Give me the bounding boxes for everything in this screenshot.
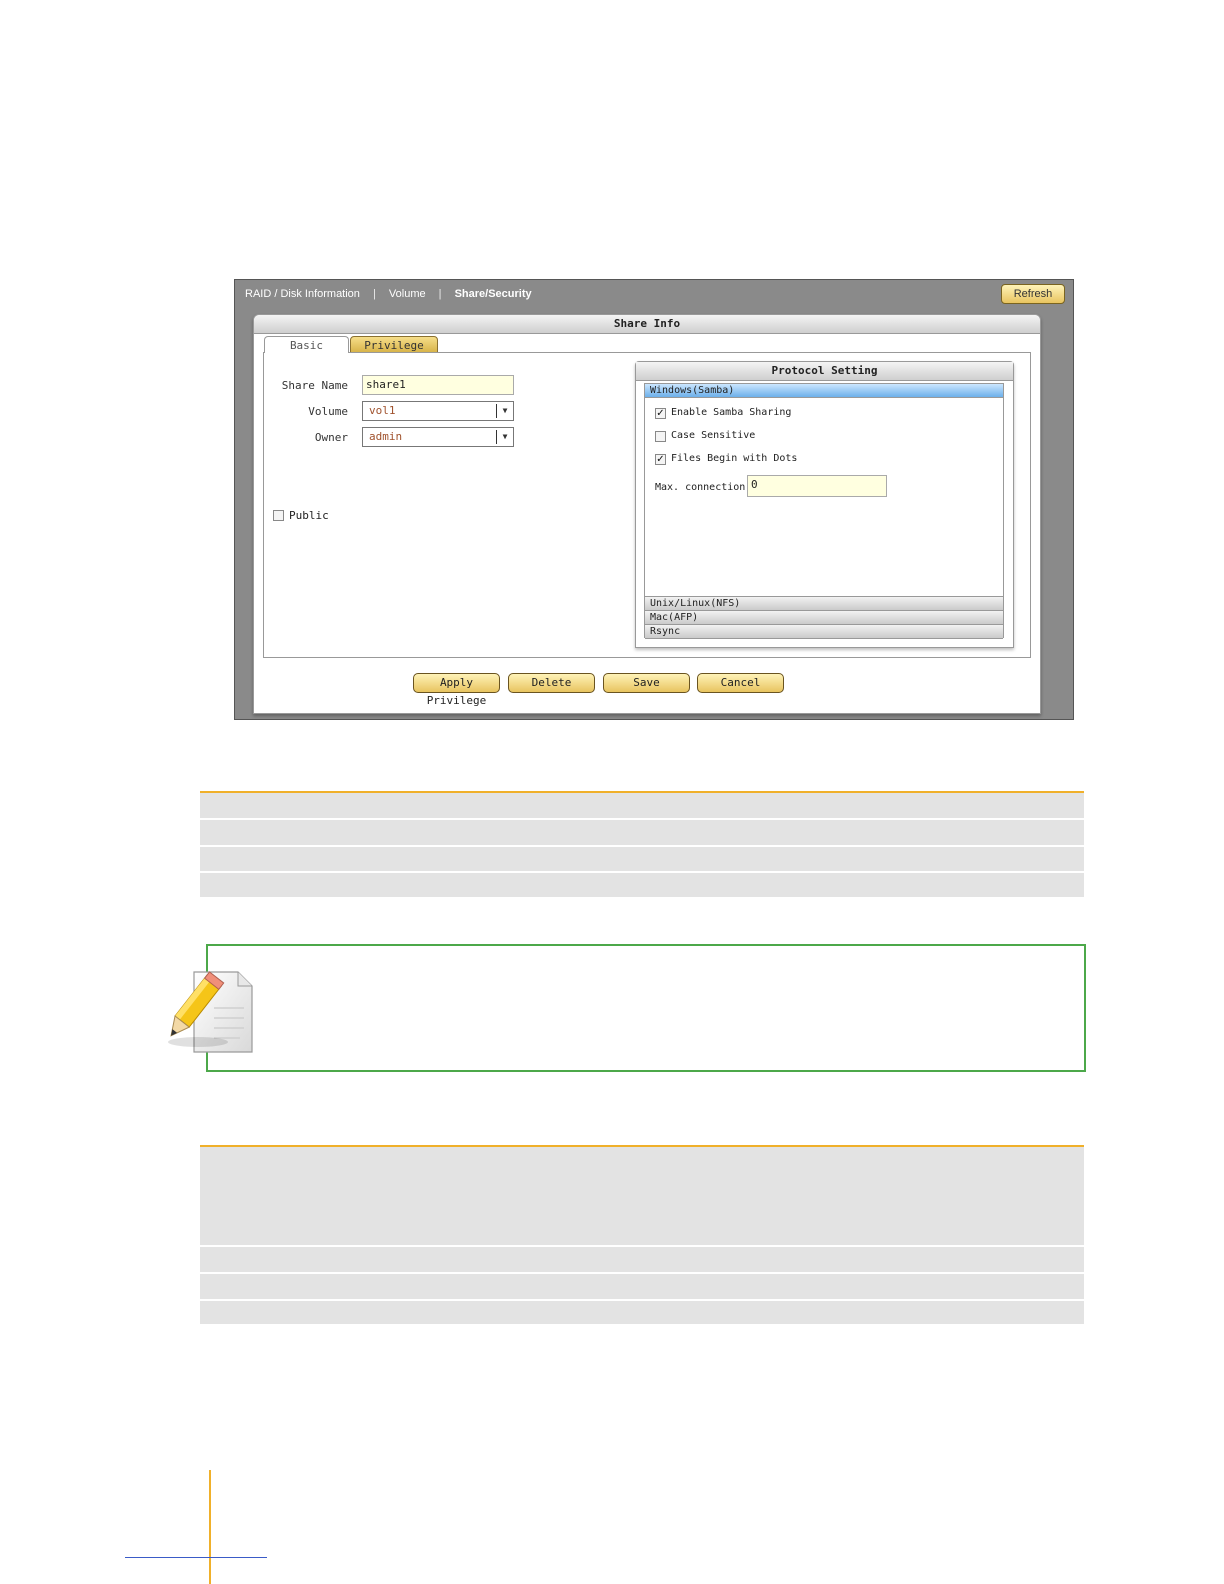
share-name-input[interactable]: share1 — [362, 375, 514, 395]
apply-privilege-button[interactable]: Apply Privilege — [413, 673, 500, 707]
share-name-label: Share Name — [281, 379, 348, 392]
case-sensitive-checkbox[interactable] — [655, 431, 666, 442]
files-begin-dots-checkbox[interactable]: ✓ — [655, 454, 666, 465]
case-sensitive-label: Case Sensitive — [671, 430, 756, 441]
volume-select[interactable]: vol1 ▼ — [362, 401, 514, 421]
refresh-button[interactable]: Refresh — [1001, 284, 1065, 304]
note-pencil-icon — [168, 971, 253, 1053]
accordion-nfs[interactable]: Unix/Linux(NFS) — [645, 596, 1003, 611]
max-connection-input[interactable]: 0 — [747, 475, 887, 497]
max-connection-label: Max. connection — [655, 482, 746, 493]
public-label: Public — [289, 509, 329, 522]
chevron-down-icon[interactable]: ▼ — [496, 430, 513, 444]
tab-basic[interactable]: Basic — [264, 336, 349, 353]
accordion-afp[interactable]: Mac(AFP) — [645, 611, 1003, 625]
cancel-button[interactable]: Cancel — [697, 673, 784, 693]
nav-raid-disk-info[interactable]: RAID / Disk Information — [245, 288, 360, 300]
table-row — [200, 1247, 1084, 1274]
protocol-setting-box: Protocol Setting Windows(Samba) ✓ Enable… — [635, 361, 1014, 648]
enable-samba-label: Enable Samba Sharing — [671, 407, 792, 418]
samba-settings: ✓ Enable Samba Sharing Case Sensitive ✓ … — [645, 398, 1003, 596]
table-row — [200, 1147, 1084, 1247]
enable-samba-checkbox[interactable]: ✓ — [655, 408, 666, 419]
basic-tab-content: Share Name share1 Volume vol1 ▼ Owner ad… — [263, 352, 1031, 658]
table-row — [200, 847, 1084, 873]
table-row — [200, 1274, 1084, 1301]
nav-volume[interactable]: Volume — [389, 288, 426, 300]
share-info-panel: Share Info Basic Privilege Share Name sh… — [253, 314, 1041, 714]
volume-select-value: vol1 — [369, 404, 396, 417]
owner-select-value: admin — [369, 430, 403, 443]
top-navigation: RAID / Disk Information | Volume | Share… — [245, 288, 532, 300]
footer-rule-vertical — [209, 1470, 211, 1584]
settings-table-2 — [200, 1145, 1084, 1324]
owner-select[interactable]: admin ▼ — [362, 427, 514, 447]
nav-share-security[interactable]: Share/Security — [455, 288, 532, 300]
protocol-setting-title: Protocol Setting — [636, 362, 1013, 381]
footer-rule-horizontal — [125, 1557, 267, 1558]
tab-privilege[interactable]: Privilege — [350, 336, 438, 353]
table-row — [200, 793, 1084, 820]
protocol-accordion: Windows(Samba) ✓ Enable Samba Sharing Ca… — [644, 383, 1004, 639]
accordion-rsync[interactable]: Rsync — [645, 625, 1003, 639]
table-row — [200, 873, 1084, 897]
public-checkbox[interactable] — [273, 510, 284, 521]
share-security-screenshot: RAID / Disk Information | Volume | Share… — [234, 279, 1074, 720]
volume-label: Volume — [308, 405, 348, 418]
table-row — [200, 1301, 1084, 1324]
save-button[interactable]: Save — [603, 673, 690, 693]
panel-title: Share Info — [254, 315, 1040, 334]
files-begin-dots-label: Files Begin with Dots — [671, 453, 798, 464]
note-box — [206, 944, 1086, 1072]
settings-table-1 — [200, 791, 1084, 897]
accordion-windows-samba[interactable]: Windows(Samba) — [645, 384, 1003, 398]
table-row — [200, 820, 1084, 847]
delete-button[interactable]: Delete — [508, 673, 595, 693]
chevron-down-icon[interactable]: ▼ — [496, 404, 513, 418]
owner-label: Owner — [314, 431, 348, 444]
